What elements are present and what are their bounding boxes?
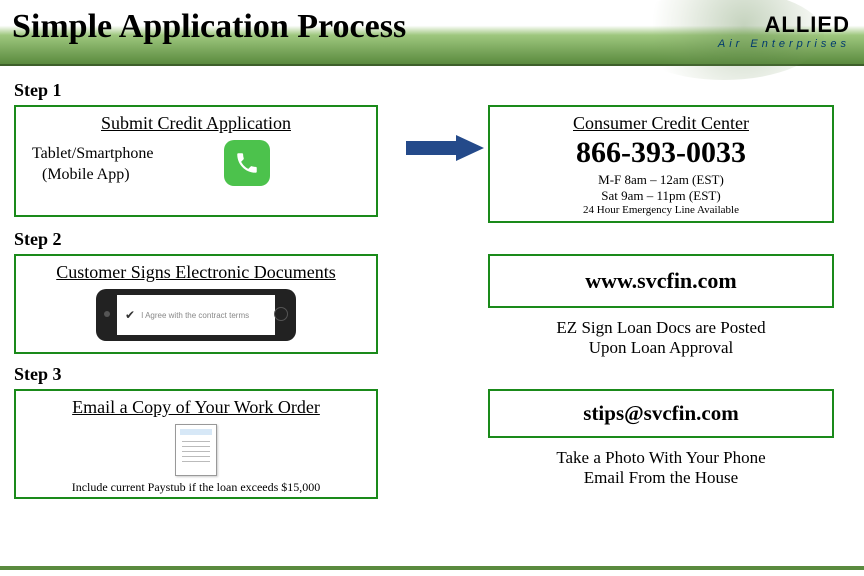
- mobile-app-label: Tablet/Smartphone (Mobile App): [32, 144, 154, 186]
- allied-logo: ALLIED Air Enterprises: [718, 12, 850, 50]
- content-area: Step 1 Submit Credit Application Tablet/…: [0, 66, 864, 499]
- step2-left-box: Customer Signs Electronic Documents ✔ I …: [14, 254, 378, 354]
- step1-label: Step 1: [14, 80, 850, 101]
- step1-row: Submit Credit Application Tablet/Smartph…: [14, 105, 850, 223]
- step1-left-box: Submit Credit Application Tablet/Smartph…: [14, 105, 378, 217]
- hours-weekday: M-F 8am – 12am (EST): [500, 172, 822, 188]
- arrow-icon: [406, 133, 486, 163]
- step1-left-title: Submit Credit Application: [26, 113, 366, 134]
- step2-left-title: Customer Signs Electronic Documents: [26, 262, 366, 283]
- hours-saturday: Sat 9am – 11pm (EST): [500, 188, 822, 204]
- step3-left-box: Email a Copy of Your Work Order Include …: [14, 389, 378, 499]
- step2-note: EZ Sign Loan Docs are Posted Upon Loan A…: [488, 318, 834, 358]
- step3-note: Take a Photo With Your Phone Email From …: [488, 448, 834, 488]
- phone-number: 866-393-0033: [500, 136, 822, 170]
- step3-right-group: stips@svcfin.com Take a Photo With Your …: [488, 389, 834, 488]
- footer-accent-bar: [0, 566, 864, 570]
- email-address: stips@svcfin.com: [500, 401, 822, 426]
- page-title: Simple Application Process: [12, 8, 406, 46]
- step3-label: Step 3: [14, 364, 850, 385]
- checkmark-icon: ✔: [125, 308, 135, 322]
- emergency-line-note: 24 Hour Emergency Line Available: [500, 204, 822, 216]
- step2-row: Customer Signs Electronic Documents ✔ I …: [14, 254, 850, 358]
- document-icon: [175, 424, 217, 476]
- step3-email-box: stips@svcfin.com: [488, 389, 834, 438]
- step2-right-group: www.svcfin.com EZ Sign Loan Docs are Pos…: [488, 254, 834, 358]
- logo-main-text: ALLIED: [718, 12, 850, 38]
- header-bar: Simple Application Process ALLIED Air En…: [0, 0, 864, 66]
- step3-row: Email a Copy of Your Work Order Include …: [14, 389, 850, 499]
- tablet-mockup-icon: ✔ I Agree with the contract terms: [96, 289, 296, 341]
- logo-sub-text: Air Enterprises: [718, 38, 850, 50]
- website-url: www.svcfin.com: [500, 268, 822, 294]
- phone-handset-icon: [234, 150, 260, 176]
- consumer-credit-title: Consumer Credit Center: [500, 113, 822, 134]
- agree-text: I Agree with the contract terms: [141, 311, 249, 320]
- paystub-footnote: Include current Paystub if the loan exce…: [26, 480, 366, 495]
- step2-label: Step 2: [14, 229, 850, 250]
- tablet-screen: ✔ I Agree with the contract terms: [117, 295, 275, 335]
- step1-right-box: Consumer Credit Center 866-393-0033 M-F …: [488, 105, 834, 223]
- step2-website-box: www.svcfin.com: [488, 254, 834, 308]
- step3-left-title: Email a Copy of Your Work Order: [26, 397, 366, 418]
- phone-icon: [224, 140, 270, 186]
